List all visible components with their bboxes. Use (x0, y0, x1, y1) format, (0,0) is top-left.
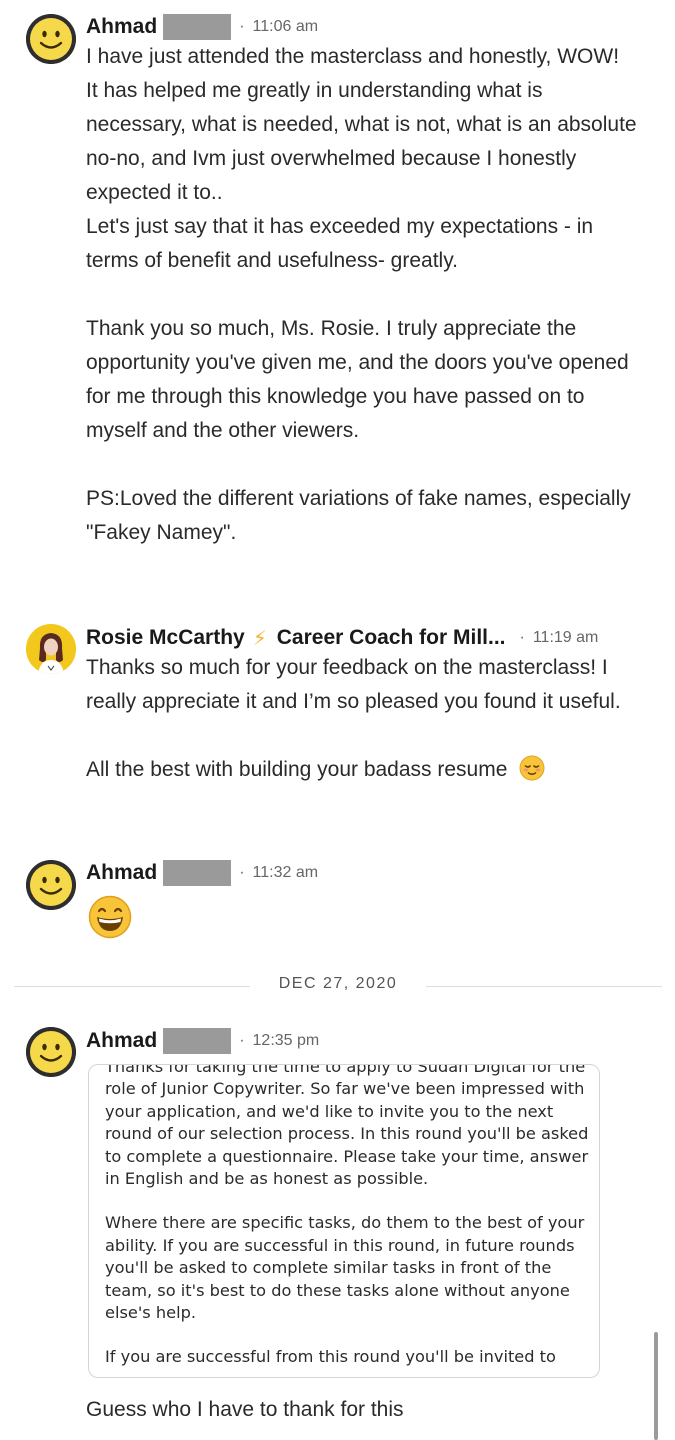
attachment-paragraph: If you are successful from this round yo… (105, 1347, 556, 1367)
avatar[interactable] (26, 624, 76, 674)
message-header: Rosie McCarthy ⚡ Career Coach for Mill..… (86, 622, 598, 654)
date-divider-label: DEC 27, 2020 (278, 975, 398, 992)
timestamp: 11:19 am (532, 629, 599, 646)
grinning-face-emoji-icon (88, 895, 132, 939)
message-body: Guess who I have to thank for this (86, 1393, 646, 1427)
timestamp: 11:32 am (252, 864, 319, 881)
message-header: Ahmad · 11:06 am (86, 11, 318, 43)
lightning-icon: ⚡ (252, 627, 267, 650)
separator-dot: · (239, 864, 245, 881)
smiley-face-icon (26, 14, 76, 64)
message-body: I have just attended the masterclass and… (86, 40, 646, 550)
message-paragraph: Thank you so much, Ms. Rosie. I truly ap… (86, 317, 629, 442)
timestamp: 12:35 pm (252, 1032, 320, 1049)
separator-dot: · (519, 629, 525, 646)
message-body: Thanks so much for your feedback on the … (86, 651, 631, 787)
redacted-surname (163, 14, 232, 40)
attachment-paragraph: Where there are specific tasks, do them … (105, 1213, 585, 1323)
message-header: Ahmad · 11:32 am (86, 857, 318, 889)
timestamp: 11:06 am (252, 18, 319, 35)
smiley-face-icon (26, 860, 76, 910)
sender-name[interactable]: Ahmad (86, 861, 157, 885)
profile-photo-icon (26, 624, 76, 674)
image-attachment[interactable]: Thanks for taking the time to apply to S… (88, 1064, 600, 1378)
message-paragraph: PS:Loved the different variations of fak… (86, 487, 631, 544)
avatar[interactable] (26, 1027, 76, 1077)
redacted-surname (163, 860, 232, 886)
message-paragraph: It has helped me greatly in understandin… (86, 79, 637, 204)
sender-name[interactable]: Ahmad (86, 1029, 157, 1053)
scrollbar[interactable] (654, 1332, 658, 1440)
relieved-face-emoji-icon (519, 755, 545, 781)
message-paragraph: Let's just say that it has exceeded my e… (86, 215, 594, 272)
attachment-paragraph: Thanks for taking the time to apply to S… (105, 1064, 589, 1189)
message-paragraph: I have just attended the masterclass and… (86, 45, 620, 68)
separator-dot: · (239, 18, 245, 35)
avatar[interactable] (26, 14, 76, 64)
date-divider: DEC 27, 2020 (14, 975, 662, 992)
message-paragraph: Thanks so much for your feedback on the … (86, 656, 621, 713)
message-text: All the best with building your badass r… (86, 758, 508, 781)
sender-name[interactable]: Rosie McCarthy (86, 626, 245, 650)
message-caption: Guess who I have to thank for this (86, 1398, 404, 1421)
separator-dot: · (239, 1032, 245, 1049)
avatar[interactable] (26, 860, 76, 910)
sender-headline: Career Coach for Mill... (276, 626, 506, 649)
message-paragraph: All the best with building your badass r… (86, 753, 631, 787)
smiley-face-icon (26, 1027, 76, 1077)
message-header: Ahmad · 12:35 pm (86, 1025, 319, 1057)
attachment-text: Thanks for taking the time to apply to S… (105, 1064, 590, 1369)
sender-name[interactable]: Ahmad (86, 15, 157, 39)
redacted-surname (163, 1028, 232, 1054)
